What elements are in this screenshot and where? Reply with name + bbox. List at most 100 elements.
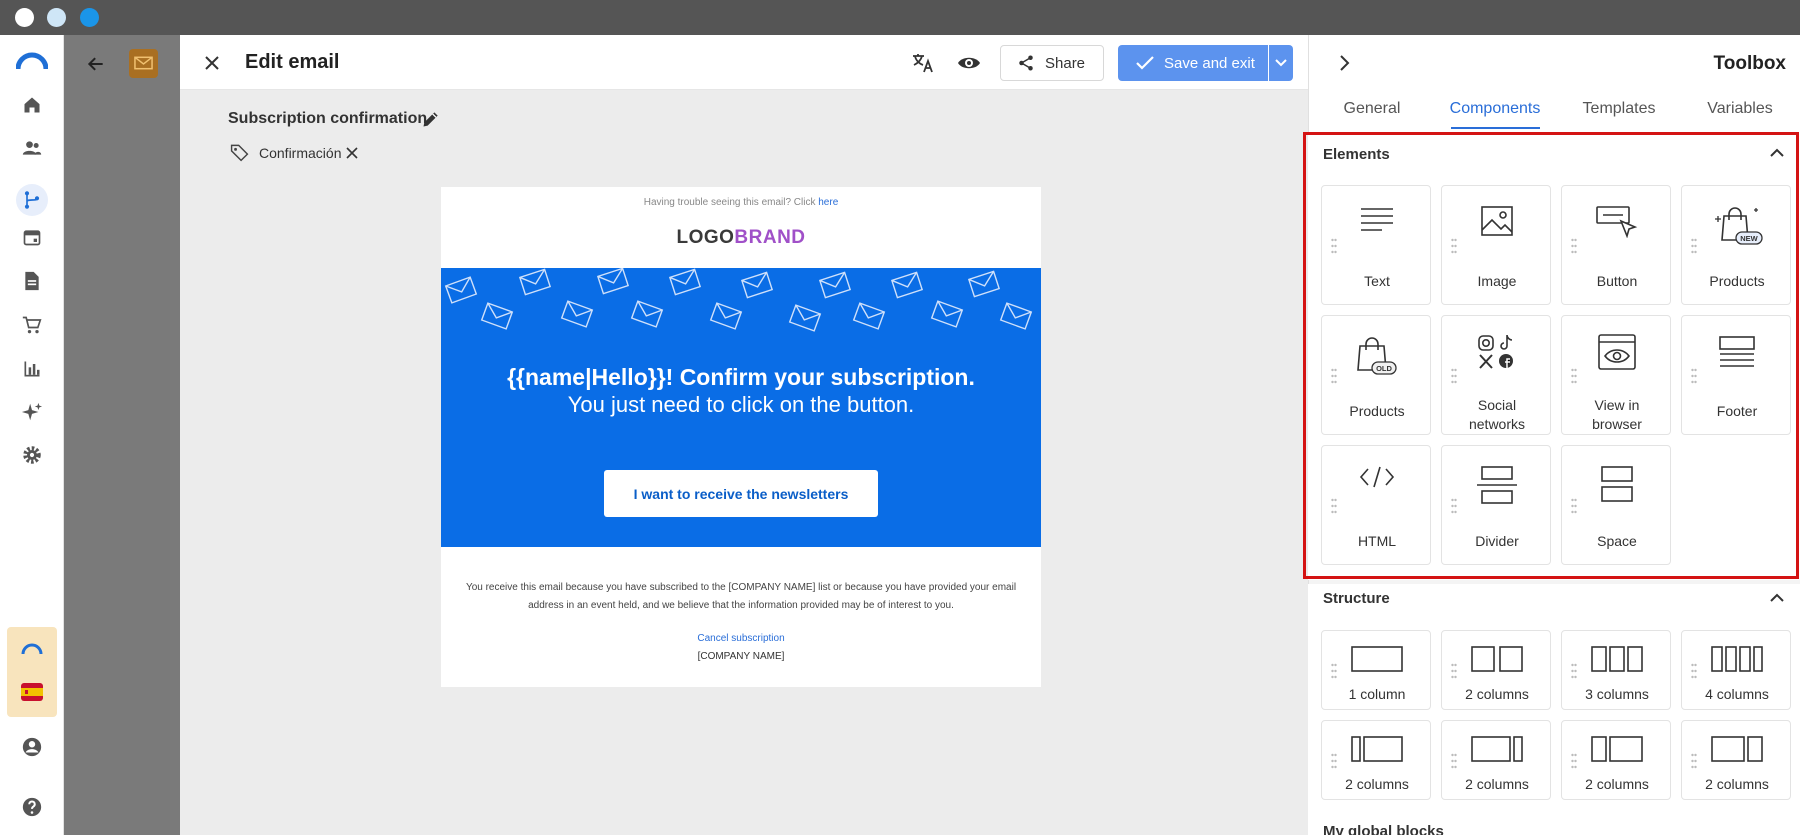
nav-analytics[interactable]	[16, 353, 48, 385]
brand-badge-icon	[21, 643, 43, 655]
tab-variables[interactable]: Variables	[1707, 100, 1773, 118]
element-card-button-2[interactable]: Button	[1561, 185, 1671, 305]
element-card-products-3[interactable]: NEW Products	[1681, 185, 1791, 305]
window-close-dot[interactable]	[15, 8, 34, 27]
structure-label: 3 columns	[1585, 686, 1649, 702]
logo-part-1: LOGO	[676, 227, 735, 248]
elements-collapse-chevron-icon[interactable]	[1769, 145, 1785, 161]
two-columns-narrow-wide-icon	[1322, 735, 1432, 763]
collapse-panel-chevron-icon[interactable]	[1339, 55, 1351, 71]
app-logo[interactable]	[16, 45, 48, 77]
save-options-dropdown[interactable]	[1269, 45, 1293, 81]
envelope-decoration-icon	[560, 300, 594, 328]
element-card-text-0[interactable]: Text	[1321, 185, 1431, 305]
structure-card-4-columns-3[interactable]: 4 columns	[1681, 630, 1791, 710]
structure-card-1-column-0[interactable]: 1 column	[1321, 630, 1431, 710]
image-icon	[1442, 206, 1552, 236]
envelope-decoration-icon	[444, 276, 478, 304]
nav-profile[interactable]	[16, 731, 48, 763]
help-icon	[22, 797, 42, 817]
structure-label: 2 columns	[1465, 776, 1529, 792]
brand-logo-icon	[16, 52, 48, 70]
products-old-icon: OLD	[1322, 336, 1432, 378]
structure-card-2-columns-6[interactable]: 2 columns	[1561, 720, 1671, 800]
element-label: Button	[1596, 273, 1638, 289]
structure-card-2-columns-5[interactable]: 2 columns	[1441, 720, 1551, 800]
structure-collapse-chevron-icon[interactable]	[1769, 590, 1785, 606]
element-card-space-10[interactable]: Space	[1561, 445, 1671, 565]
element-label: Products	[1709, 273, 1765, 289]
save-and-exit-button[interactable]: Save and exit	[1118, 45, 1268, 81]
element-card-social-networks-5[interactable]: Social networks	[1441, 315, 1551, 435]
nav-settings[interactable]	[16, 439, 48, 471]
window-maximize-dot[interactable]	[80, 8, 99, 27]
nav-contacts[interactable]	[16, 132, 48, 164]
nav-home[interactable]	[16, 89, 48, 121]
view-in-browser-icon	[1562, 334, 1672, 370]
tab-general[interactable]: General	[1344, 100, 1401, 118]
app-nav-rail	[0, 35, 64, 835]
element-card-products-4[interactable]: OLD Products	[1321, 315, 1431, 435]
hero-banner: {{name|Hello}}! Confirm your subscriptio…	[441, 268, 1041, 547]
element-label: Divider	[1475, 533, 1519, 549]
envelope-pattern	[444, 268, 1033, 332]
envelope-decoration-icon	[709, 302, 743, 330]
automation-icon	[24, 191, 40, 209]
elements-title: Elements	[1323, 146, 1390, 163]
structure-card-3-columns-2[interactable]: 3 columns	[1561, 630, 1671, 710]
preview-button[interactable]	[954, 48, 984, 78]
button-icon	[1562, 206, 1672, 238]
footer-icon	[1682, 336, 1792, 372]
global-blocks-title: My global blocks	[1323, 823, 1444, 835]
structure-card-2-columns-7[interactable]: 2 columns	[1681, 720, 1791, 800]
nav-help[interactable]	[16, 791, 48, 823]
cancel-subscription-link[interactable]: Cancel subscription	[441, 633, 1041, 644]
share-button[interactable]: Share	[1000, 45, 1104, 81]
tab-components[interactable]: Components	[1450, 100, 1541, 118]
drag-handle-icon[interactable]	[1331, 238, 1337, 254]
structure-card-2-columns-4[interactable]: 2 columns	[1321, 720, 1431, 800]
translate-icon	[913, 54, 933, 73]
element-card-view-in-browser-6[interactable]: View in browser	[1561, 315, 1671, 435]
envelope-decoration-icon	[668, 268, 702, 296]
window-minimize-dot[interactable]	[47, 8, 66, 27]
edit-subject-button[interactable]	[421, 109, 441, 129]
element-card-html-8[interactable]: HTML	[1321, 445, 1431, 565]
drag-handle-icon[interactable]	[1451, 238, 1457, 254]
cart-icon	[22, 316, 42, 334]
drag-handle-icon[interactable]	[1571, 238, 1577, 254]
element-card-image-1[interactable]: Image	[1441, 185, 1551, 305]
email-preview[interactable]: Having trouble seeing this email? Click …	[441, 187, 1041, 687]
structure-card-2-columns-1[interactable]: 2 columns	[1441, 630, 1551, 710]
element-card-footer-7[interactable]: Footer	[1681, 315, 1791, 435]
envelope-decoration-icon	[930, 300, 964, 328]
nav-ai[interactable]	[16, 396, 48, 428]
space-icon	[1562, 466, 1672, 502]
drag-handle-icon[interactable]	[1331, 498, 1337, 514]
element-card-divider-9[interactable]: Divider	[1441, 445, 1551, 565]
nav-ecommerce[interactable]	[16, 309, 48, 341]
tab-templates[interactable]: Templates	[1583, 100, 1656, 118]
close-editor-button[interactable]	[197, 48, 227, 78]
share-icon	[1019, 55, 1033, 71]
nav-calendar[interactable]	[16, 221, 48, 253]
view-online-link[interactable]: here	[818, 197, 838, 208]
drag-handle-icon[interactable]	[1451, 368, 1457, 384]
active-tab-indicator	[1451, 127, 1540, 129]
one-column-icon	[1322, 645, 1432, 673]
element-label: Footer	[1716, 403, 1758, 419]
cta-button[interactable]: I want to receive the newsletters	[604, 470, 878, 517]
account-switcher[interactable]	[7, 627, 57, 717]
translate-button[interactable]	[908, 48, 938, 78]
element-label: HTML	[1357, 533, 1397, 549]
envelope-decoration-icon	[596, 268, 630, 295]
gear-icon	[23, 446, 41, 464]
text-icon	[1322, 206, 1432, 236]
remove-tag-icon[interactable]	[345, 146, 359, 160]
nav-documents[interactable]	[16, 265, 48, 297]
toolbox-header: Toolbox	[1309, 35, 1800, 90]
nav-automation[interactable]	[16, 184, 48, 216]
html-icon	[1322, 466, 1432, 488]
tag-icon	[230, 144, 249, 162]
drag-handle-icon[interactable]	[1571, 368, 1577, 384]
